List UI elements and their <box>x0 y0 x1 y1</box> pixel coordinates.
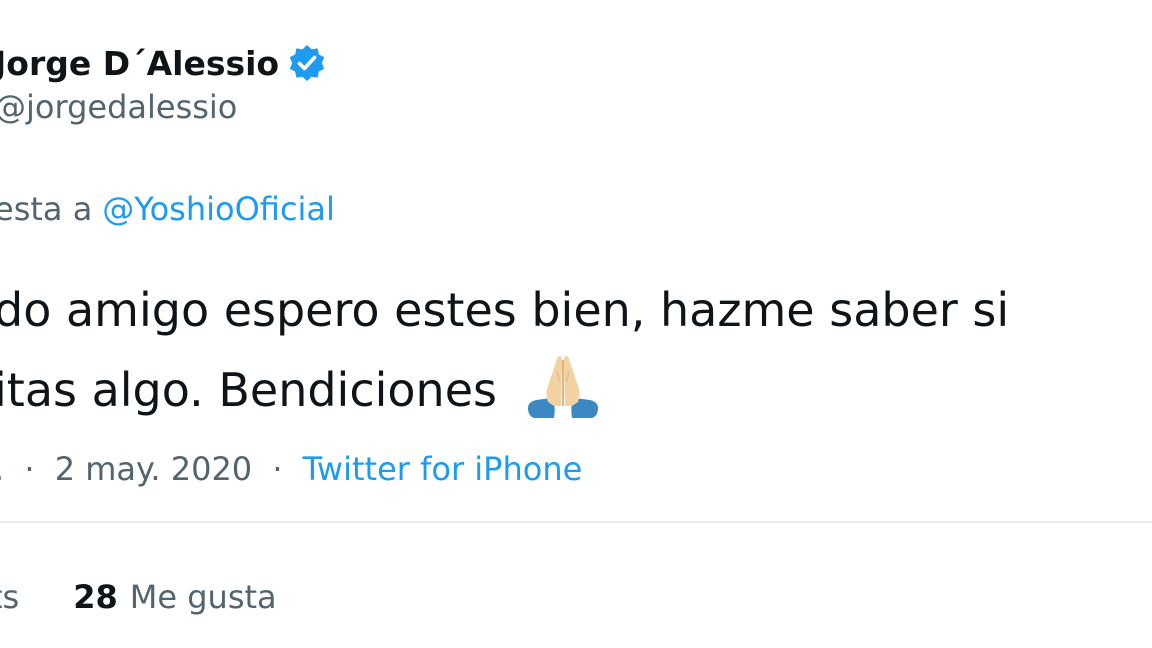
author-name-row[interactable]: Jorge D´Alessio <box>0 38 327 88</box>
author-handle[interactable]: @jorgedalessio <box>0 88 237 126</box>
reply-mention-link[interactable]: @YoshioOficial <box>102 190 335 228</box>
tweet-stats: ts 28 Me gusta <box>0 578 277 616</box>
author-name[interactable]: Jorge D´Alessio <box>0 44 279 83</box>
folded-hands-emoji-icon <box>524 352 602 424</box>
reply-context: esta a @YoshioOficial <box>0 190 335 228</box>
meta-separator: · <box>272 450 283 488</box>
retweets-stat[interactable]: ts <box>0 578 19 616</box>
tweet-detail: Jorge D´Alessio @jorgedalessio esta a @Yo… <box>0 0 1152 648</box>
verified-badge-icon <box>287 43 327 83</box>
tweet-text-line-2: itas algo. Bendiciones <box>0 350 602 430</box>
meta-separator: · <box>24 450 35 488</box>
source-link[interactable]: Twitter for iPhone <box>303 450 583 488</box>
tweet-date[interactable]: 2 may. 2020 <box>55 450 252 488</box>
reply-prefix: esta a <box>0 190 93 228</box>
likes-stat[interactable]: 28 Me gusta <box>73 578 276 616</box>
tweet-meta: . · 2 may. 2020 · Twitter for iPhone <box>0 450 582 488</box>
timestamp-fragment[interactable]: . <box>0 450 4 488</box>
tweet-text-line-2-content: itas algo. Bendiciones <box>0 363 497 417</box>
divider <box>0 521 1152 523</box>
tweet-text-line-1: do amigo espero estes bien, hazme saber … <box>0 283 1010 337</box>
likes-label: Me gusta <box>129 578 277 616</box>
likes-count: 28 <box>73 578 118 616</box>
